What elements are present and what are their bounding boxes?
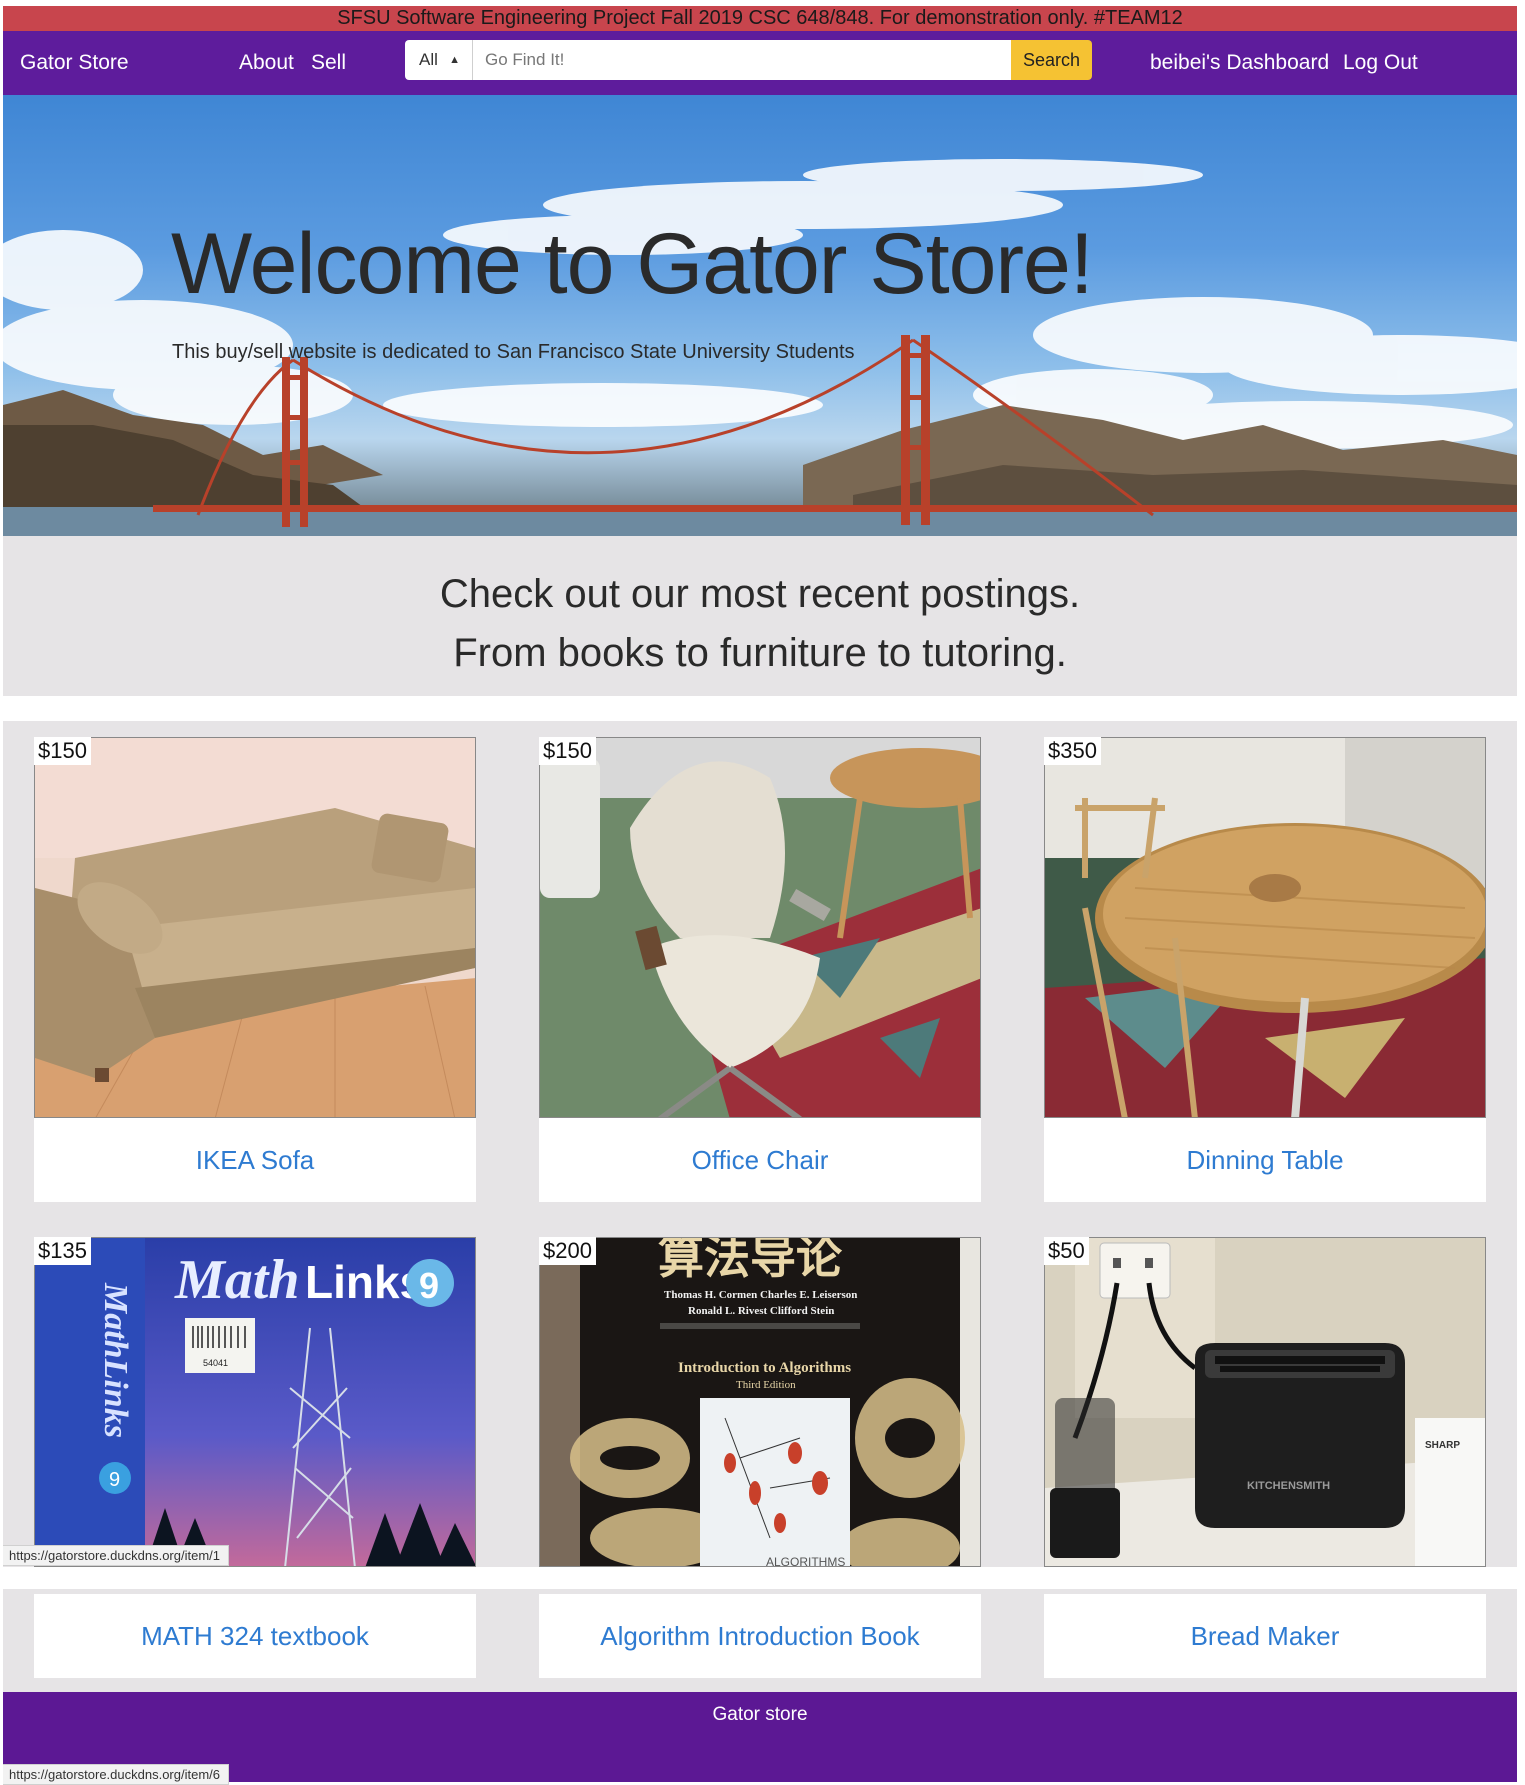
hero-banner: Welcome to Gator Store! This buy/sell we… — [3, 95, 1517, 536]
page: SFSU Software Engineering Project Fall 2… — [3, 0, 1517, 1785]
math-book-barcode-text: 54041 — [203, 1358, 228, 1368]
sell-link[interactable]: Sell — [311, 51, 346, 75]
price-tag: $135 — [34, 1237, 91, 1265]
box-brand-text: SHARP — [1425, 1440, 1460, 1451]
listing-title-link[interactable]: MATH 324 textbook — [141, 1621, 369, 1651]
listing-image[interactable]: 算法导论 Thomas H. Cormen Charles E. Leisers… — [539, 1237, 981, 1567]
algo-book-title: Introduction to Algorithms — [678, 1360, 851, 1376]
footer-text: Gator store — [712, 1704, 808, 1725]
price-tag: $200 — [539, 1237, 596, 1265]
dashboard-link[interactable]: beibei's Dashboard — [1150, 51, 1329, 75]
price-tag: $50 — [1044, 1237, 1089, 1265]
listing-grid: $150 IKEA Sofa $150 Office Chair $350 Di… — [3, 721, 1517, 1692]
search-bar: All ▲︎ Search — [405, 40, 1092, 80]
listing-title-box: Dinning Table — [1044, 1118, 1486, 1202]
search-button[interactable]: Search — [1011, 40, 1092, 80]
algo-book-edition: Third Edition — [736, 1379, 796, 1391]
recent-heading-line-1: Check out our most recent postings. — [439, 572, 1081, 616]
algo-cn-title: 算法导论 — [658, 1238, 843, 1284]
listing-title-link[interactable]: Algorithm Introduction Book — [600, 1621, 919, 1651]
hero-title: Welcome to Gator Store! — [171, 216, 1094, 312]
toaster-brand-text: KITCHENSMITH — [1247, 1480, 1330, 1492]
listing-title-box: IKEA Sofa — [34, 1118, 476, 1202]
listing-image[interactable] — [539, 737, 981, 1118]
listing-title-box: Office Chair — [539, 1118, 981, 1202]
recent-heading-line-2: From books to furniture to tutoring. — [453, 631, 1067, 675]
listing-title-link[interactable]: Dinning Table — [1186, 1145, 1343, 1175]
golden-gate-bridge-image — [3, 159, 1517, 536]
listing-image[interactable]: MathLinks 9 Math Links 9 54041 — [34, 1237, 476, 1567]
navbar: Gator Store About Sell All ▲︎ Search bei… — [3, 31, 1517, 95]
price-tag: $350 — [1044, 737, 1101, 765]
listing-title-link[interactable]: Bread Maker — [1191, 1621, 1340, 1651]
hero-subtitle: This buy/sell website is dedicated to Sa… — [172, 341, 855, 363]
demo-banner: SFSU Software Engineering Project Fall 2… — [3, 6, 1517, 31]
math-book-title-math: Math — [174, 1249, 300, 1311]
algo-authors-line-1: Thomas H. Cormen Charles E. Leiserson — [664, 1289, 857, 1301]
logout-link[interactable]: Log Out — [1343, 51, 1418, 75]
algo-authors-line-2: Ronald L. Rivest Clifford Stein — [688, 1305, 834, 1317]
listing-title-link[interactable]: IKEA Sofa — [196, 1145, 315, 1175]
listing-title-box: MATH 324 textbook — [34, 1594, 476, 1678]
footer: Gator store — [3, 1692, 1517, 1782]
price-tag: $150 — [539, 737, 596, 765]
updown-caret-icon: ▲︎ — [449, 54, 460, 66]
algo-cover-small-text: ALGORITHMS — [766, 1555, 845, 1567]
category-select[interactable]: All ▲︎ — [405, 40, 473, 80]
math-book-spine-text: MathLinks — [97, 1282, 134, 1438]
category-select-value: All — [419, 50, 438, 69]
search-input[interactable] — [473, 40, 1011, 80]
math-book-spine-number: 9 — [109, 1469, 120, 1491]
recent-postings-header: Check out our most recent postings. From… — [3, 536, 1517, 696]
row-gap-strip — [3, 1567, 1517, 1589]
listing-image[interactable]: SHARP KITCHENSMITH — [1044, 1237, 1486, 1567]
listing-image[interactable] — [1044, 737, 1486, 1118]
listing-title-box: Algorithm Introduction Book — [539, 1594, 981, 1678]
listing-title-box: Bread Maker — [1044, 1594, 1486, 1678]
listing-title-link[interactable]: Office Chair — [692, 1145, 829, 1175]
math-book-cover-number: 9 — [419, 1265, 439, 1306]
listing-image[interactable] — [34, 737, 476, 1118]
status-bar-url: https://gatorstore.duckdns.org/item/1 — [3, 1545, 229, 1566]
brand-link[interactable]: Gator Store — [20, 51, 129, 75]
price-tag: $150 — [34, 737, 91, 765]
about-link[interactable]: About — [239, 51, 294, 75]
